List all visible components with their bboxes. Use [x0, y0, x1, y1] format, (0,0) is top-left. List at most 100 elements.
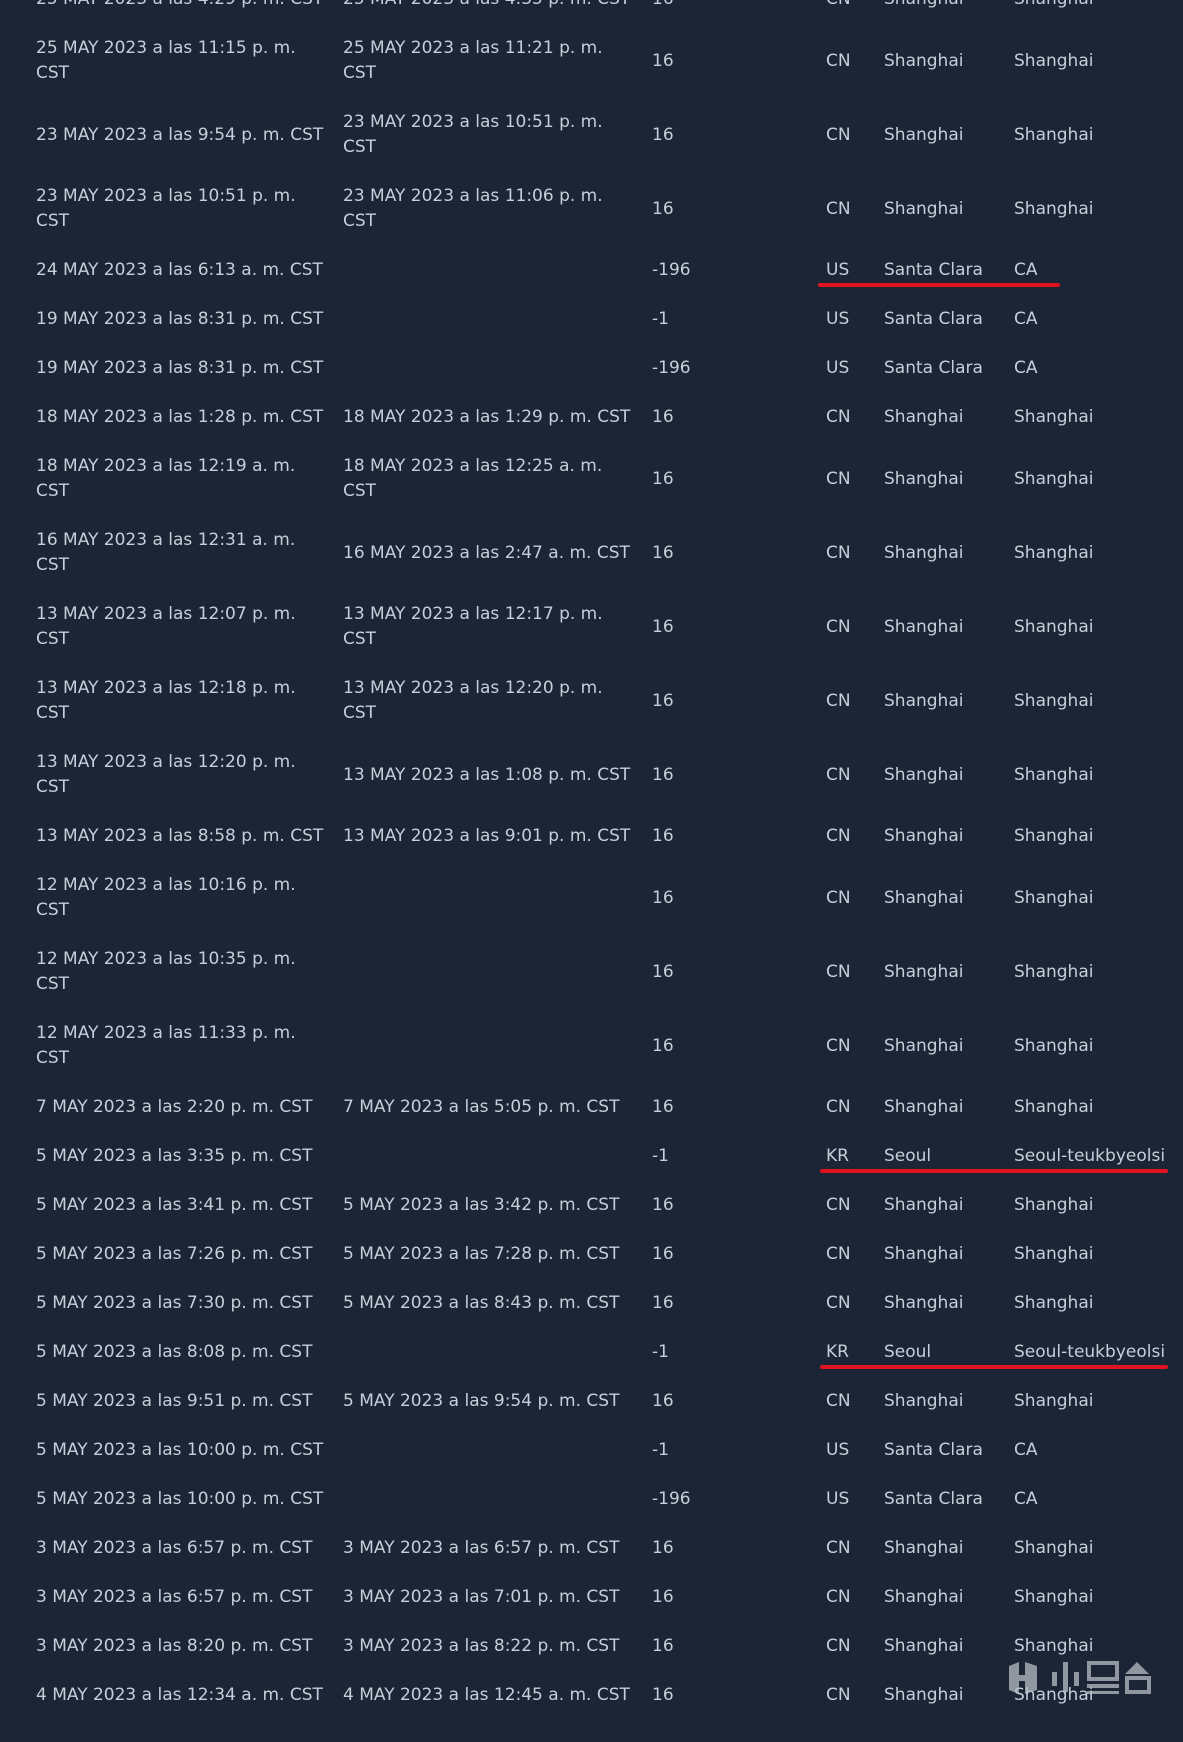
code-cell: -196 [652, 260, 691, 280]
end-time-cell: 3 MAY 2023 a las 6:57 p. m. CST [343, 1538, 620, 1558]
red-underline-highlight [818, 282, 1060, 287]
end-time-cell: 13 MAY 2023 a las 1:08 p. m. CST [343, 764, 631, 785]
code-cell: 16 [652, 1097, 674, 1117]
start-time-cell: 3 MAY 2023 a las 6:57 p. m. CST [36, 1538, 313, 1558]
table-row: 16 MAY 2023 a las 12:31 a. m. CST 16 MAY … [0, 516, 1183, 590]
end-time-cell: 18 MAY 2023 a las 12:25 a. m. CST [343, 456, 603, 501]
country-cell: US [826, 1440, 850, 1460]
region-cell: Shanghai [1014, 407, 1094, 427]
start-time-cell: 5 MAY 2023 a las 10:00 p. m. CST [36, 1489, 324, 1509]
end-time-cell: 5 MAY 2023 a las 3:42 p. m. CST [343, 1195, 620, 1215]
table-row: 7 MAY 2023 a las 2:20 p. m. CST 7 MAY 202… [0, 1083, 1183, 1132]
country-cell: CN [826, 124, 851, 145]
start-time-cell: 7 MAY 2023 a las 2:20 p. m. CST [36, 1097, 313, 1117]
region-cell: Shanghai [1014, 1244, 1094, 1264]
start-time-cell: 12 MAY 2023 a las 10:35 p. m. CST [36, 949, 296, 994]
end-time-cell: 25 MAY 2023 a las 11:21 p. m. CST [343, 38, 603, 83]
region-cell: Shanghai [1014, 198, 1094, 219]
start-time-cell: 25 MAY 2023 a las 4:29 p. m. CST [36, 0, 326, 12]
city-cell: Shanghai [884, 0, 963, 12]
code-cell: 16 [652, 1587, 674, 1607]
city-cell: Santa Clara [884, 1489, 983, 1509]
code-cell: 16 [652, 961, 674, 982]
code-cell: 16 [652, 1538, 674, 1558]
code-cell: 16 [652, 50, 674, 71]
table-row: 5 MAY 2023 a las 10:00 p. m. CST5 MAY 20… [0, 1426, 1183, 1475]
country-cell: CN [826, 616, 851, 637]
xiaoheihe-wordmark-icon [1052, 1661, 1151, 1694]
country-cell: CN [826, 542, 851, 563]
start-time-cell: 4 MAY 2023 a las 12:34 a. m. CST [36, 1685, 323, 1705]
code-cell: 16 [652, 826, 674, 846]
table-row: 19 MAY 2023 a las 8:31 p. m. CST19 MAY 2… [0, 344, 1183, 393]
city-cell: Shanghai [884, 1391, 964, 1411]
region-cell: Shanghai [1014, 1097, 1094, 1117]
country-cell: CN [826, 50, 851, 71]
code-cell: 16 [652, 690, 674, 711]
region-cell: CA [1014, 358, 1038, 378]
code-cell: 16 [652, 764, 674, 785]
country-cell: CN [826, 1097, 851, 1117]
region-cell: Shanghai [1014, 1035, 1094, 1056]
start-time-cell: 5 MAY 2023 a las 7:26 p. m. CST [36, 1244, 313, 1264]
code-cell: 16 [652, 1244, 674, 1264]
region-cell: Shanghai [1014, 887, 1094, 908]
table-row: 3 MAY 2023 a las 6:57 p. m. CST 3 MAY 202… [0, 1573, 1183, 1622]
table-row: 25 MAY 2023 a las 4:29 p. m. CST 25 MAY 2… [0, 0, 1183, 24]
city-cell: Shanghai [884, 1685, 964, 1705]
start-time-cell: 24 MAY 2023 a las 6:13 a. m. CST [36, 260, 323, 280]
end-time-cell: 5 MAY 2023 a las 8:43 p. m. CST [343, 1293, 620, 1313]
city-cell: Shanghai [884, 1097, 964, 1117]
country-cell: CN [826, 690, 851, 711]
start-time-cell: 25 MAY 2023 a las 11:15 p. m. CST [36, 38, 296, 83]
code-cell: 16 [652, 407, 674, 427]
city-cell: Shanghai [884, 468, 964, 489]
start-time-cell: 13 MAY 2023 a las 12:20 p. m. CST [36, 752, 296, 797]
region-cell: Shanghai [1014, 468, 1094, 489]
start-time-cell: 5 MAY 2023 a las 3:41 p. m. CST [36, 1195, 313, 1215]
end-time-cell: 13 MAY 2023 a las 12:20 p. m. CST [343, 678, 603, 723]
table-row: 5 MAY 2023 a las 7:30 p. m. CST 5 MAY 202… [0, 1279, 1183, 1328]
end-time-cell: 23 MAY 2023 a las 10:51 p. m. CST [343, 112, 603, 157]
code-cell: -1 [652, 1440, 669, 1460]
start-time-cell: 13 MAY 2023 a las 12:18 p. m. CST [36, 678, 296, 723]
end-time-cell: 3 MAY 2023 a las 7:01 p. m. CST [343, 1587, 620, 1607]
code-cell: -1 [652, 1146, 669, 1166]
table-row: 19 MAY 2023 a las 8:31 p. m. CST19 MAY 2… [0, 295, 1183, 344]
city-cell: Shanghai [884, 1195, 964, 1215]
end-time-cell: 18 MAY 2023 a las 1:29 p. m. CST [343, 407, 631, 427]
red-underline-highlight [820, 1168, 1168, 1173]
table-row: 13 MAY 2023 a las 12:20 p. m. CST 13 MAY … [0, 738, 1183, 812]
city-cell: Shanghai [884, 1636, 964, 1656]
city-cell: Shanghai [884, 50, 964, 71]
country-cell: CN [826, 1244, 851, 1264]
table-row: 18 MAY 2023 a las 1:28 p. m. CST 18 MAY 2… [0, 393, 1183, 442]
code-cell: 16 [652, 1636, 674, 1656]
city-cell: Shanghai [884, 887, 964, 908]
country-cell: CN [826, 826, 851, 846]
country-cell: CN [826, 1538, 851, 1558]
code-cell: 16 [652, 124, 674, 145]
city-cell: Seoul [884, 1342, 932, 1362]
end-time-cell: 3 MAY 2023 a las 8:22 p. m. CST [343, 1636, 620, 1656]
country-cell: CN [826, 198, 851, 219]
country-cell: US [826, 358, 850, 378]
code-cell: -1 [652, 309, 669, 329]
end-time-cell: 5 MAY 2023 a las 9:54 p. m. CST [343, 1391, 620, 1411]
city-cell: Santa Clara [884, 309, 983, 329]
city-cell: Shanghai [884, 542, 964, 563]
code-cell: -196 [652, 1489, 691, 1509]
code-cell: 16 [652, 887, 674, 908]
code-cell: 16 [652, 1685, 674, 1705]
region-cell: Shanghai [1014, 1195, 1094, 1215]
end-time-cell: 7 MAY 2023 a las 5:05 p. m. CST [343, 1097, 620, 1117]
city-cell: Shanghai [884, 1538, 964, 1558]
table-row: 5 MAY 2023 a las 9:51 p. m. CST 5 MAY 202… [0, 1377, 1183, 1426]
country-cell: CN [826, 1035, 851, 1056]
table-row: 5 MAY 2023 a las 7:26 p. m. CST 5 MAY 202… [0, 1230, 1183, 1279]
city-cell: Seoul [884, 1146, 932, 1166]
red-underline-highlight [820, 1364, 1168, 1369]
table-row: 25 MAY 2023 a las 11:15 p. m. CST 25 MAY … [0, 24, 1183, 98]
start-time-cell: 12 MAY 2023 a las 10:16 p. m. CST [36, 875, 296, 920]
code-cell: 16 [652, 1195, 674, 1215]
